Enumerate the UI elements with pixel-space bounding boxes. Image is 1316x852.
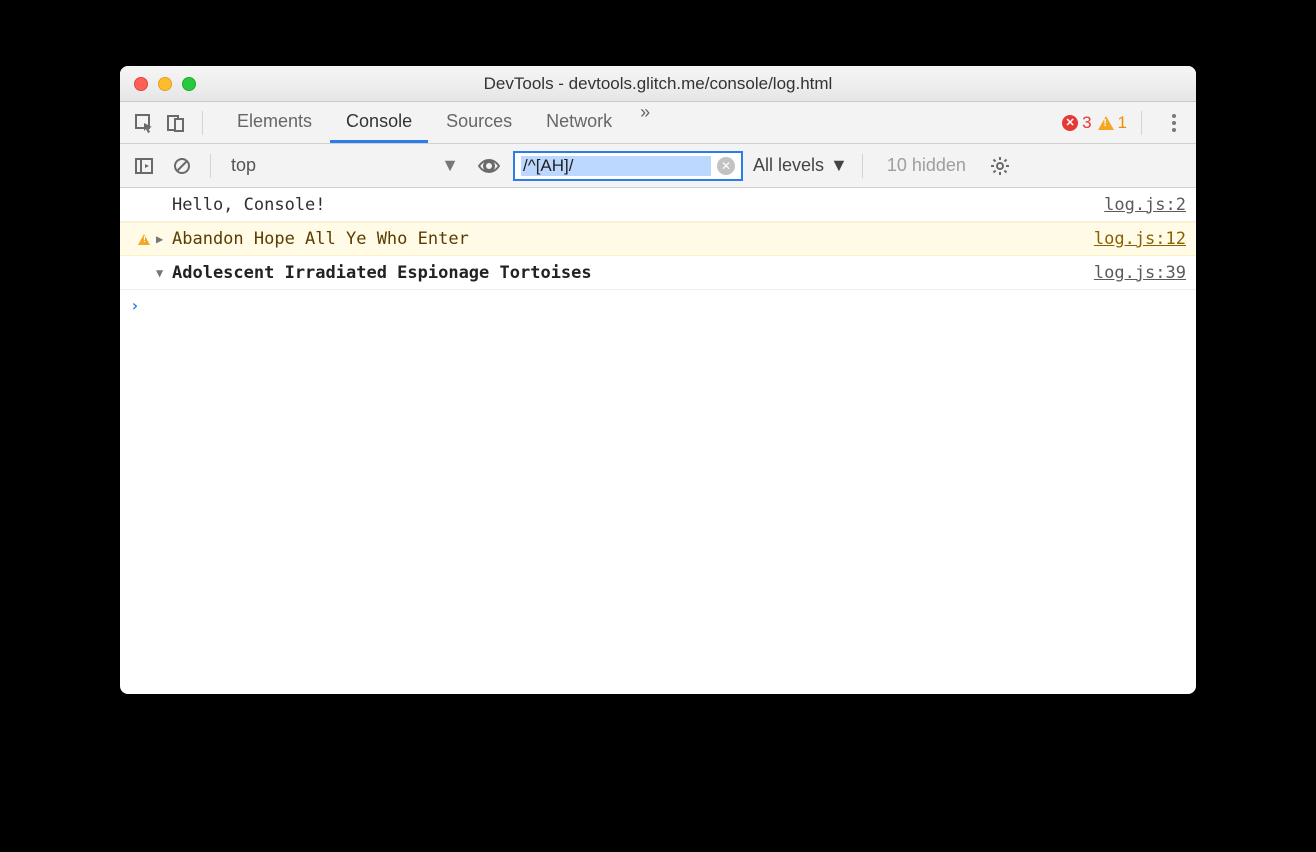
message-text: Adolescent Irradiated Espionage Tortoise… — [172, 263, 1094, 283]
traffic-lights — [120, 77, 196, 91]
devtools-window: DevTools - devtools.glitch.me/console/lo… — [120, 66, 1196, 694]
inspect-element-icon[interactable] — [130, 109, 158, 137]
filter-input[interactable]: /^[AH]/ ✕ — [513, 151, 743, 181]
zoom-window-button[interactable] — [182, 77, 196, 91]
warning-count-badge[interactable]: 1 — [1098, 113, 1127, 133]
console-toolbar: top ▼ /^[AH]/ ✕ All levels ▼ 10 hidden — [120, 144, 1196, 188]
separator — [210, 154, 211, 178]
context-value: top — [231, 155, 256, 176]
log-levels-select[interactable]: All levels ▼ — [753, 155, 848, 176]
execution-context-select[interactable]: top ▼ — [225, 153, 465, 178]
warning-icon — [1098, 116, 1114, 130]
main-tabs-bar: Elements Console Sources Network » ✕ 3 1 — [120, 102, 1196, 144]
console-messages: Hello, Console! log.js:2 ▶ Abandon Hope … — [120, 188, 1196, 694]
separator — [202, 111, 203, 135]
prompt-caret-icon: › — [130, 296, 148, 315]
error-count: 3 — [1082, 113, 1091, 133]
message-gutter — [132, 234, 156, 245]
message-source-link[interactable]: log.js:2 — [1104, 195, 1186, 215]
expand-arrow-icon[interactable]: ▶ — [156, 232, 172, 246]
clear-console-icon[interactable] — [168, 152, 196, 180]
close-window-button[interactable] — [134, 77, 148, 91]
log-levels-label: All levels — [753, 155, 824, 176]
separator — [1141, 111, 1142, 135]
device-toolbar-icon[interactable] — [162, 109, 190, 137]
tabs-overflow-button[interactable]: » — [630, 102, 660, 143]
clear-filter-icon[interactable]: ✕ — [717, 157, 735, 175]
tab-elements[interactable]: Elements — [221, 102, 328, 143]
message-text: Abandon Hope All Ye Who Enter — [172, 229, 1094, 249]
console-prompt[interactable]: › — [120, 290, 1196, 321]
filter-value: /^[AH]/ — [521, 156, 711, 176]
message-source-link[interactable]: log.js:12 — [1094, 229, 1186, 249]
tab-console[interactable]: Console — [330, 102, 428, 143]
console-sidebar-toggle-icon[interactable] — [130, 152, 158, 180]
error-count-badge[interactable]: ✕ 3 — [1062, 113, 1091, 133]
console-message-warning[interactable]: ▶ Abandon Hope All Ye Who Enter log.js:1… — [120, 222, 1196, 256]
live-expression-icon[interactable] — [475, 152, 503, 180]
warning-count: 1 — [1118, 113, 1127, 133]
tab-network[interactable]: Network — [530, 102, 628, 143]
separator — [862, 154, 863, 178]
console-settings-icon[interactable] — [986, 152, 1014, 180]
console-message-log[interactable]: Hello, Console! log.js:2 — [120, 188, 1196, 222]
console-message-group[interactable]: ▼ Adolescent Irradiated Espionage Tortoi… — [120, 256, 1196, 290]
collapse-arrow-icon[interactable]: ▼ — [156, 266, 172, 280]
chevron-down-icon: ▼ — [830, 155, 848, 176]
message-text: Hello, Console! — [172, 195, 1104, 215]
window-title: DevTools - devtools.glitch.me/console/lo… — [120, 74, 1196, 94]
hidden-messages-label[interactable]: 10 hidden — [887, 155, 966, 176]
error-icon: ✕ — [1062, 115, 1078, 131]
panel-tabs: Elements Console Sources Network » — [221, 102, 660, 143]
warning-icon — [138, 234, 150, 245]
titlebar: DevTools - devtools.glitch.me/console/lo… — [120, 66, 1196, 102]
more-menu-button[interactable] — [1162, 111, 1186, 135]
chevron-down-icon: ▼ — [441, 155, 459, 176]
tab-sources[interactable]: Sources — [430, 102, 528, 143]
minimize-window-button[interactable] — [158, 77, 172, 91]
message-source-link[interactable]: log.js:39 — [1094, 263, 1186, 283]
